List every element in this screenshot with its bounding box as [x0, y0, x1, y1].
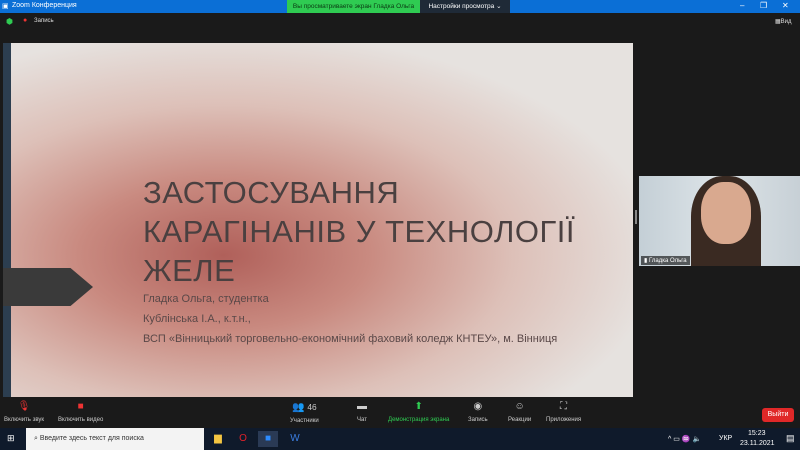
notifications-icon[interactable]: ▤ — [786, 433, 795, 444]
shield-icon[interactable]: ⬢ — [6, 17, 13, 26]
apps-label: Приложения — [546, 417, 582, 423]
windows-start-icon[interactable]: ⊞ — [7, 433, 15, 444]
participants-label: Участники — [290, 418, 319, 424]
zoom-logo-icon: ▣ — [2, 3, 9, 10]
record-button[interactable]: ◉ Запись — [468, 401, 488, 423]
windows-taskbar: ⊞ ⌕ Введите здесь текст для поиска ▆ O ■… — [0, 428, 800, 450]
close-button[interactable]: ✕ — [782, 1, 789, 10]
video-off-icon: ■ — [77, 401, 84, 412]
chat-button[interactable]: ▬ Чат — [357, 401, 367, 423]
view-label: Вид — [780, 19, 792, 25]
slide-author: Гладка Ольга, студентка — [143, 293, 269, 305]
share-screen-label: Демонстрация экрана — [388, 417, 450, 423]
apps-button[interactable]: ⛶ Приложения — [546, 401, 581, 423]
taskbar-search-input[interactable]: ⌕ Введите здесь текст для поиска — [26, 428, 204, 450]
title-line: КАРАГІНАНІВ У ТЕХНОЛОГІЇ — [143, 214, 575, 249]
participant-video[interactable]: ▮ Гладка Ольга — [639, 176, 800, 266]
splitter-handle[interactable] — [635, 210, 637, 224]
apps-icon: ⛶ — [560, 401, 568, 412]
leave-button[interactable]: Выйти — [762, 408, 794, 422]
unmute-button[interactable]: 🎙 Включить звук — [4, 401, 44, 423]
title-line: ЖЕЛЕ — [143, 253, 236, 288]
video-person-face — [701, 182, 751, 244]
meeting-top-bar: ⬢ ● Запись ▦Вид — [0, 13, 800, 30]
participants-count: 46 — [307, 402, 317, 412]
start-video-button[interactable]: ■ Включить видео — [58, 401, 103, 423]
reactions-label: Реакции — [508, 417, 532, 423]
meeting-toolbar: 🎙 Включить звук ■ Включить видео 👥 46 Участ… — [0, 398, 800, 428]
record-icon: ◉ — [473, 401, 483, 412]
share-screen-button[interactable]: ⬆ Демонстрация экрана — [388, 401, 449, 423]
tray-icons[interactable]: ^ ▭ ♒ 🔈 — [668, 435, 701, 443]
chat-icon: ▬ — [357, 401, 367, 412]
word-icon[interactable]: W — [285, 431, 305, 447]
maximize-button[interactable]: ❐ — [760, 1, 767, 10]
muted-mic-icon: 🎙 — [17, 401, 31, 412]
smiley-icon: ☺ — [514, 401, 525, 412]
opera-icon[interactable]: O — [233, 431, 253, 447]
participants-button[interactable]: 👥 46 Участники — [290, 401, 319, 424]
record-label: Запись — [468, 417, 488, 423]
view-options-button[interactable]: Настройки просмотра ⌄ — [420, 0, 510, 13]
participants-icon: 👥 46 — [292, 402, 317, 413]
language-indicator[interactable]: УКР — [719, 435, 732, 442]
recording-label[interactable]: Запись — [34, 18, 54, 24]
screen-share-banner: Вы просматриваете экран Гладка Ольга — [287, 0, 420, 13]
share-screen-icon: ⬆ — [414, 401, 423, 412]
reactions-button[interactable]: ☺ Реакции — [508, 401, 531, 423]
clock-date[interactable]: 23.11.2021 — [740, 440, 775, 447]
zoom-app-icon[interactable]: ■ — [258, 431, 278, 447]
shared-screen-slide: ЗАСТОСУВАННЯ КАРАГІНАНІВ У ТЕХНОЛОГІЇ ЖЕ… — [3, 43, 633, 397]
title-line: ЗАСТОСУВАННЯ — [143, 175, 400, 210]
clock-time[interactable]: 15:23 — [748, 430, 766, 437]
search-placeholder: Введите здесь текст для поиска — [39, 435, 144, 442]
signal-icon: ▮ — [644, 258, 648, 264]
unmute-label: Включить звук — [4, 417, 45, 423]
minimize-button[interactable]: – — [740, 1, 744, 10]
file-explorer-icon[interactable]: ▆ — [208, 431, 228, 447]
record-icon: ● — [23, 17, 28, 24]
slide-arrow-shape — [3, 268, 93, 306]
slide-side-bar — [3, 43, 11, 397]
window-title: Zoom Конференция — [12, 2, 77, 9]
participant-name-tag: ▮ Гладка Ольга — [641, 256, 690, 265]
participant-name: Гладка Ольга — [648, 258, 687, 264]
slide-institution: ВСП «Вінницький торговельно-економічний … — [143, 333, 558, 345]
view-button[interactable]: ▦Вид — [775, 18, 792, 25]
start-video-label: Включить видео — [58, 417, 104, 423]
slide-supervisor: Кублінська І.А., к.т.н., — [143, 313, 251, 325]
chat-label: Чат — [357, 417, 367, 423]
slide-title: ЗАСТОСУВАННЯ КАРАГІНАНІВ У ТЕХНОЛОГІЇ ЖЕ… — [143, 173, 575, 290]
